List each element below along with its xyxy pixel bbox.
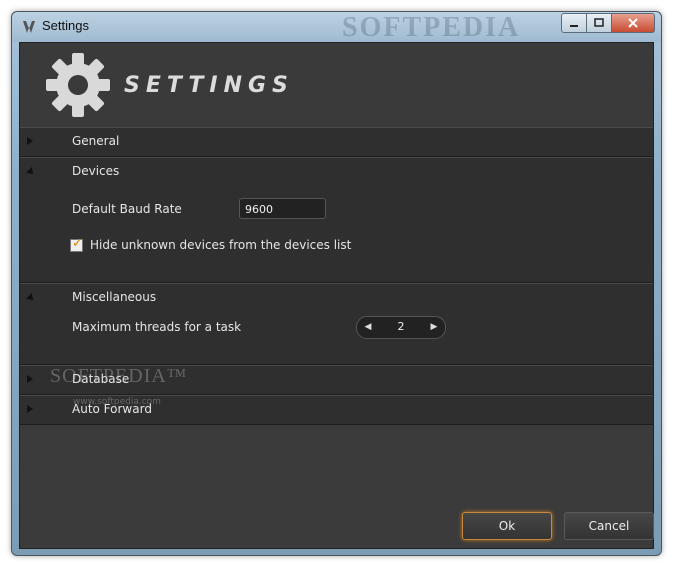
section-miscellaneous: Miscellaneous Maximum threads for a task… bbox=[20, 283, 653, 365]
max-threads-stepper[interactable]: ◀ 2 ▶ bbox=[356, 316, 446, 339]
hide-unknown-label: Hide unknown devices from the devices li… bbox=[90, 238, 352, 252]
increment-arrow-icon[interactable]: ▶ bbox=[427, 320, 441, 334]
maximize-icon bbox=[594, 18, 604, 27]
section-general-label: General bbox=[72, 134, 120, 148]
section-general: General bbox=[20, 127, 653, 157]
softpedia-watermark: SOFTPEDIA™ bbox=[50, 365, 188, 387]
close-button[interactable] bbox=[612, 13, 655, 33]
section-devices-header[interactable]: Devices bbox=[20, 158, 653, 186]
section-devices-label: Devices bbox=[72, 164, 120, 178]
window-controls bbox=[561, 13, 655, 33]
close-icon bbox=[628, 18, 638, 28]
title-bar[interactable]: Settings SOFTPEDIA bbox=[12, 12, 661, 43]
ok-button[interactable]: Ok bbox=[462, 512, 552, 540]
expand-arrow-icon bbox=[27, 375, 33, 383]
softpedia-watermark-url: www.softpedia.com bbox=[73, 397, 161, 407]
max-threads-label: Maximum threads for a task bbox=[72, 320, 242, 334]
hide-unknown-checkbox[interactable] bbox=[70, 236, 83, 252]
minimize-button[interactable] bbox=[561, 13, 587, 33]
app-logo-icon bbox=[23, 21, 35, 33]
settings-header: SETTINGS bbox=[20, 43, 653, 127]
section-general-header[interactable]: General bbox=[20, 128, 653, 156]
titlebar-watermark: SOFTPEDIA bbox=[342, 12, 521, 43]
collapse-arrow-icon bbox=[26, 293, 36, 303]
settings-brand-title: SETTINGS bbox=[124, 73, 294, 98]
baud-rate-input[interactable]: 9600 bbox=[239, 198, 326, 219]
cancel-button[interactable]: Cancel bbox=[564, 512, 654, 540]
baud-rate-label: Default Baud Rate bbox=[72, 202, 182, 216]
expand-arrow-icon bbox=[27, 405, 33, 413]
expand-arrow-icon bbox=[27, 137, 33, 145]
section-devices: Devices Default Baud Rate 9600 Hide unkn… bbox=[20, 157, 653, 283]
maximize-button[interactable] bbox=[587, 13, 612, 33]
window-title: Settings bbox=[42, 18, 89, 33]
gear-icon bbox=[46, 53, 110, 117]
settings-window: Settings SOFTPEDIA SETTINGS General Devi… bbox=[11, 11, 662, 556]
section-miscellaneous-label: Miscellaneous bbox=[72, 290, 157, 304]
collapse-arrow-icon bbox=[26, 167, 36, 177]
minimize-icon bbox=[570, 25, 578, 27]
section-miscellaneous-header[interactable]: Miscellaneous bbox=[20, 284, 653, 312]
settings-content: SETTINGS General Devices Default Baud Ra… bbox=[19, 42, 654, 549]
